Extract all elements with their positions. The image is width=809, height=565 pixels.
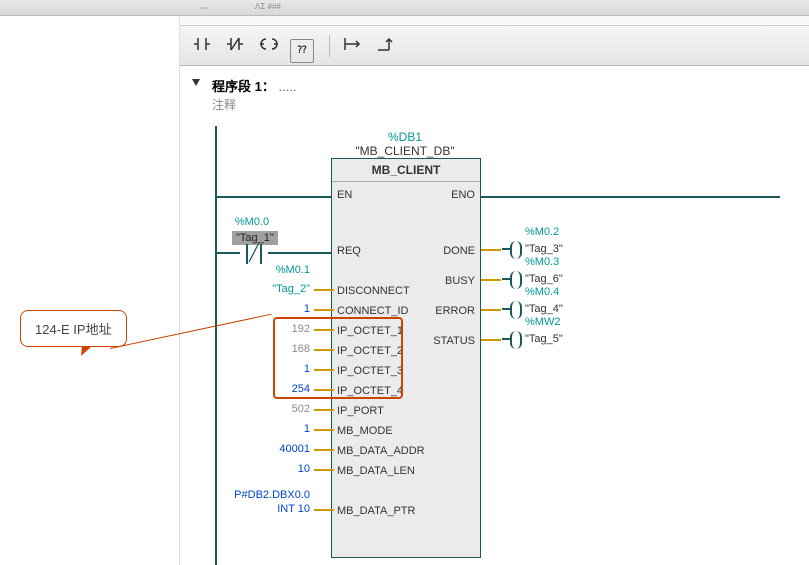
done-addr: %M0.2: [525, 226, 559, 238]
empty-box-icon: ⁇: [297, 45, 306, 56]
collapse-triangle-icon[interactable]: [192, 79, 200, 86]
top-bar-text2: ΛΣ ###: [255, 2, 281, 11]
mbptr-val[interactable]: P#DB2.DBX0.0: [220, 489, 310, 501]
mbptr-val2[interactable]: INT 10: [220, 503, 310, 515]
port-status: STATUS: [433, 335, 475, 347]
empty-box-button[interactable]: ⁇: [290, 39, 314, 63]
status-tag[interactable]: "Tag_5": [525, 333, 563, 345]
contact-no-button[interactable]: [190, 34, 214, 58]
network-title: 程序段 1： .....: [212, 76, 297, 95]
pin: [481, 339, 501, 341]
busy-terminal: [510, 271, 522, 289]
open-branch-icon: [342, 35, 362, 53]
db-name: "MB_CLIENT_DB": [305, 144, 505, 158]
disconnect-val[interactable]: "Tag_2": [240, 283, 310, 295]
port-mb-data-len: MB_DATA_LEN: [337, 465, 415, 477]
port-mb-data-addr: MB_DATA_ADDR: [337, 445, 425, 457]
error-addr: %M0.4: [525, 286, 559, 298]
block-title: MB_CLIENT: [332, 159, 480, 182]
close-branch-icon: [375, 35, 395, 53]
ip-highlight-box: [273, 317, 403, 399]
pin: [481, 309, 501, 311]
port-connect-id: CONNECT_ID: [337, 305, 409, 317]
error-terminal: [510, 301, 522, 319]
mbmode-val[interactable]: 1: [240, 423, 310, 435]
ladder-toolbar: ⁇: [180, 26, 809, 66]
toolbar-separator: [329, 35, 330, 57]
port-done: DONE: [443, 245, 475, 257]
contact-nc-button[interactable]: [223, 34, 247, 58]
disconnect-addr: %M0.1: [250, 264, 310, 276]
divider-horizontal: [180, 16, 809, 26]
port-en: EN: [337, 189, 352, 201]
pin: [481, 279, 501, 281]
db-address: %DB1: [305, 130, 505, 144]
ip-callout: 124-E IP地址: [20, 310, 127, 347]
callout-text: 124-E IP地址: [35, 322, 112, 337]
ladder-editor[interactable]: 程序段 1： ..... 注释 %DB1 "MB_CLIENT_DB" MB_C…: [180, 66, 809, 565]
contact-slash-icon: ╱: [248, 244, 260, 264]
port-mb-data-ptr: MB_DATA_PTR: [337, 505, 415, 517]
req-tag-addr: %M0.0: [222, 216, 282, 228]
pin: [314, 409, 334, 411]
contact-no-icon: [192, 35, 212, 53]
nc-contact[interactable]: ╱: [240, 242, 268, 266]
top-bar: -- ΛΣ ###: [0, 0, 809, 16]
port-mb-mode: MB_MODE: [337, 425, 393, 437]
connect-id-val[interactable]: 1: [240, 303, 310, 315]
pin: [314, 509, 334, 511]
done-tag[interactable]: "Tag_3": [525, 243, 563, 255]
mbaddr-val[interactable]: 40001: [240, 443, 310, 455]
mblen-val[interactable]: 10: [240, 463, 310, 475]
status-addr: %MW2: [525, 316, 560, 328]
contact-nc-icon: [225, 35, 245, 53]
port-eno: ENO: [451, 189, 475, 201]
open-branch-button[interactable]: [340, 34, 364, 58]
network-header[interactable]: 程序段 1： .....: [192, 76, 799, 94]
ladder-canvas[interactable]: %DB1 "MB_CLIENT_DB" MB_CLIENT EN REQ DIS…: [190, 116, 799, 565]
done-terminal: [510, 241, 522, 259]
pin: [314, 429, 334, 431]
wire-req-1: [215, 252, 240, 254]
ipport-val[interactable]: 502: [240, 403, 310, 415]
busy-addr: %M0.3: [525, 256, 559, 268]
power-rail: [215, 126, 217, 565]
close-branch-button[interactable]: [373, 34, 397, 58]
pin: [314, 309, 334, 311]
port-error: ERROR: [435, 305, 475, 317]
network-comment[interactable]: 注释: [212, 96, 236, 113]
wire-en: [215, 196, 331, 198]
pin: [314, 289, 334, 291]
status-terminal: [510, 331, 522, 349]
port-ip-port: IP_PORT: [337, 405, 384, 417]
port-disconnect: DISCONNECT: [337, 285, 410, 297]
top-bar-text: --: [200, 2, 207, 14]
wire-req-2: [268, 252, 331, 254]
pin: [481, 249, 501, 251]
wire-eno: [480, 196, 780, 198]
port-req: REQ: [337, 245, 361, 257]
port-busy: BUSY: [445, 275, 475, 287]
busy-tag[interactable]: "Tag_6": [525, 273, 563, 285]
contact-bar: [260, 244, 262, 264]
pin: [314, 449, 334, 451]
coil-icon: [259, 35, 279, 53]
left-gutter: [0, 16, 180, 565]
coil-button[interactable]: [257, 34, 281, 58]
pin: [314, 469, 334, 471]
error-tag[interactable]: "Tag_4": [525, 303, 563, 315]
